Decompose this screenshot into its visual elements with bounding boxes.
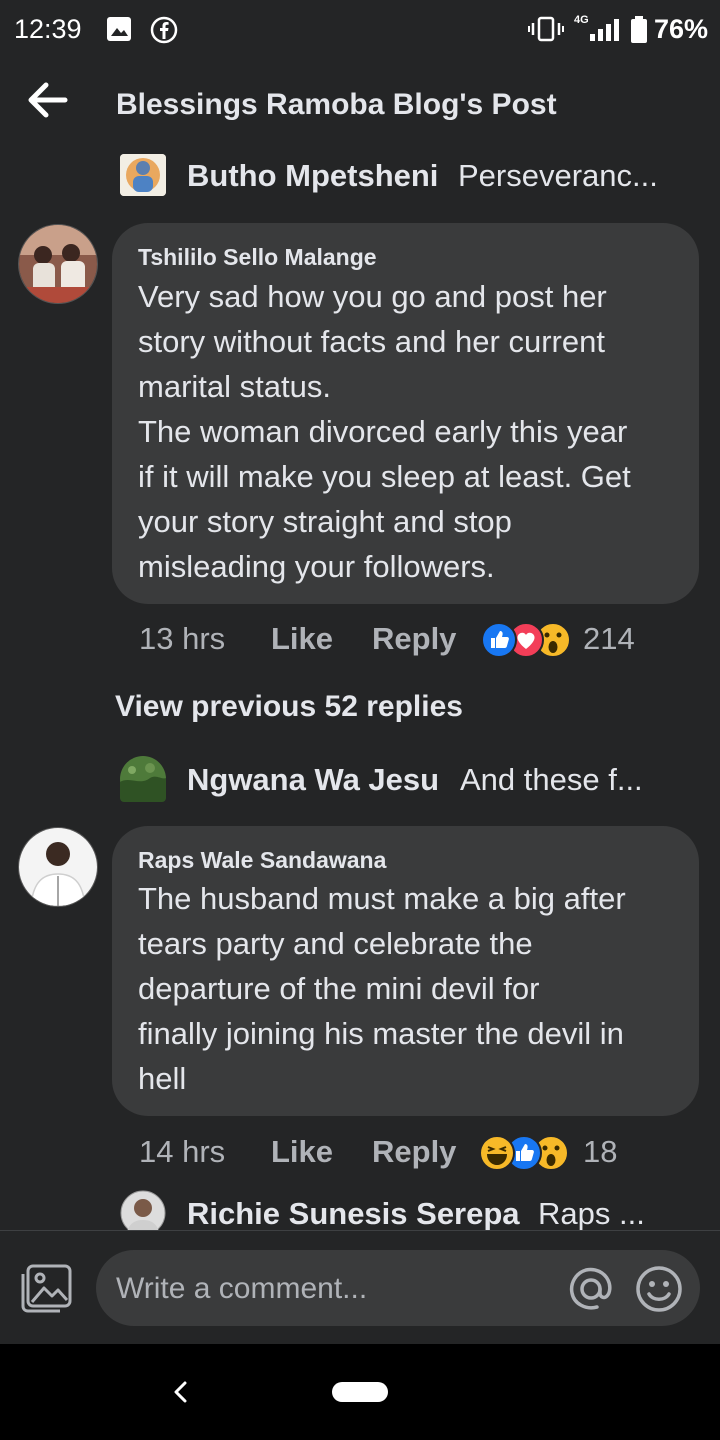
photo-icon[interactable] bbox=[20, 1262, 74, 1314]
comment-time: 14 hrs bbox=[139, 1134, 226, 1169]
comment-line: your story straight and stop bbox=[138, 504, 512, 539]
reply-author[interactable]: Ngwana Wa Jesu bbox=[187, 762, 439, 798]
comment-line: marital status. bbox=[138, 369, 331, 404]
reply-preview[interactable]: Richie Sunesis Serepa Raps ... bbox=[120, 1190, 720, 1230]
emoji-icon[interactable] bbox=[634, 1264, 684, 1314]
nav-home-pill[interactable] bbox=[332, 1382, 388, 1402]
reply-snippet: Perseveranc... bbox=[458, 158, 658, 193]
avatar bbox=[120, 756, 166, 802]
view-previous-replies[interactable]: View previous 52 replies bbox=[115, 690, 463, 724]
network-type: 4G bbox=[574, 14, 589, 26]
reaction-count: 18 bbox=[583, 1134, 618, 1169]
comment-line: if it will make you sleep at least. Get bbox=[138, 459, 631, 494]
avatar[interactable] bbox=[18, 827, 98, 907]
reply-snippet: And these f... bbox=[460, 762, 643, 797]
comment-line: departure of the mini devil for bbox=[138, 971, 540, 1006]
facebook-icon bbox=[150, 16, 178, 44]
back-arrow-icon[interactable] bbox=[28, 82, 68, 118]
vibrate-icon bbox=[528, 16, 564, 42]
comment-text: The husband must make a big after tears … bbox=[138, 876, 698, 1101]
comment-line: misleading your followers. bbox=[138, 549, 495, 584]
comment-line: Very sad how you go and post her bbox=[138, 279, 607, 314]
comment-bubble: Raps Wale Sandawana The husband must mak… bbox=[112, 826, 699, 1116]
battery-percent: 76% bbox=[653, 14, 708, 44]
comment-line: story without facts and her current bbox=[138, 324, 605, 359]
comment-text: Very sad how you go and post her story w… bbox=[138, 274, 698, 589]
image-icon bbox=[107, 17, 131, 41]
comment-line: The woman divorced early this year bbox=[138, 414, 628, 449]
reply-preview[interactable]: Ngwana Wa Jesu And these f... bbox=[120, 756, 720, 802]
avatar bbox=[120, 154, 166, 196]
avatar[interactable] bbox=[18, 224, 98, 304]
reply-button[interactable]: Reply bbox=[372, 621, 456, 657]
nav-back-icon[interactable] bbox=[170, 1380, 190, 1404]
reply-author[interactable]: Richie Sunesis Serepa bbox=[187, 1196, 520, 1230]
avatar bbox=[120, 1190, 166, 1230]
comment-bubble: Tshililo Sello Malange Very sad how you … bbox=[112, 223, 699, 604]
comment-author[interactable]: Raps Wale Sandawana bbox=[138, 847, 386, 874]
haha-reaction-icon bbox=[479, 1135, 515, 1171]
reply-button[interactable]: Reply bbox=[372, 1134, 456, 1170]
comment-line: hell bbox=[138, 1061, 187, 1096]
comment-input-placeholder: Write a comment... bbox=[116, 1272, 368, 1305]
reply-author[interactable]: Butho Mpetsheni bbox=[187, 158, 438, 194]
comment-line: finally joining his master the devil in bbox=[138, 1016, 624, 1051]
page-title: Blessings Ramoba Blog's Post bbox=[116, 88, 557, 121]
reaction-count: 214 bbox=[583, 621, 635, 656]
status-time: 12:39 bbox=[14, 14, 82, 44]
like-reaction-icon bbox=[481, 622, 517, 658]
reply-preview[interactable]: Butho Mpetsheni Perseveranc... bbox=[120, 154, 720, 198]
battery-icon bbox=[631, 16, 647, 43]
comment-time: 13 hrs bbox=[139, 621, 226, 656]
mention-icon[interactable] bbox=[566, 1264, 616, 1314]
like-button[interactable]: Like bbox=[271, 1134, 333, 1170]
comment-line: The husband must make a big after bbox=[138, 881, 626, 916]
comment-author[interactable]: Tshililo Sello Malange bbox=[138, 244, 377, 271]
like-button[interactable]: Like bbox=[271, 621, 333, 657]
comment-line: tears party and celebrate the bbox=[138, 926, 533, 961]
reply-snippet: Raps ... bbox=[538, 1196, 645, 1230]
signal-icon bbox=[590, 19, 619, 41]
reactions[interactable] bbox=[479, 1135, 571, 1171]
reactions[interactable] bbox=[481, 622, 573, 658]
